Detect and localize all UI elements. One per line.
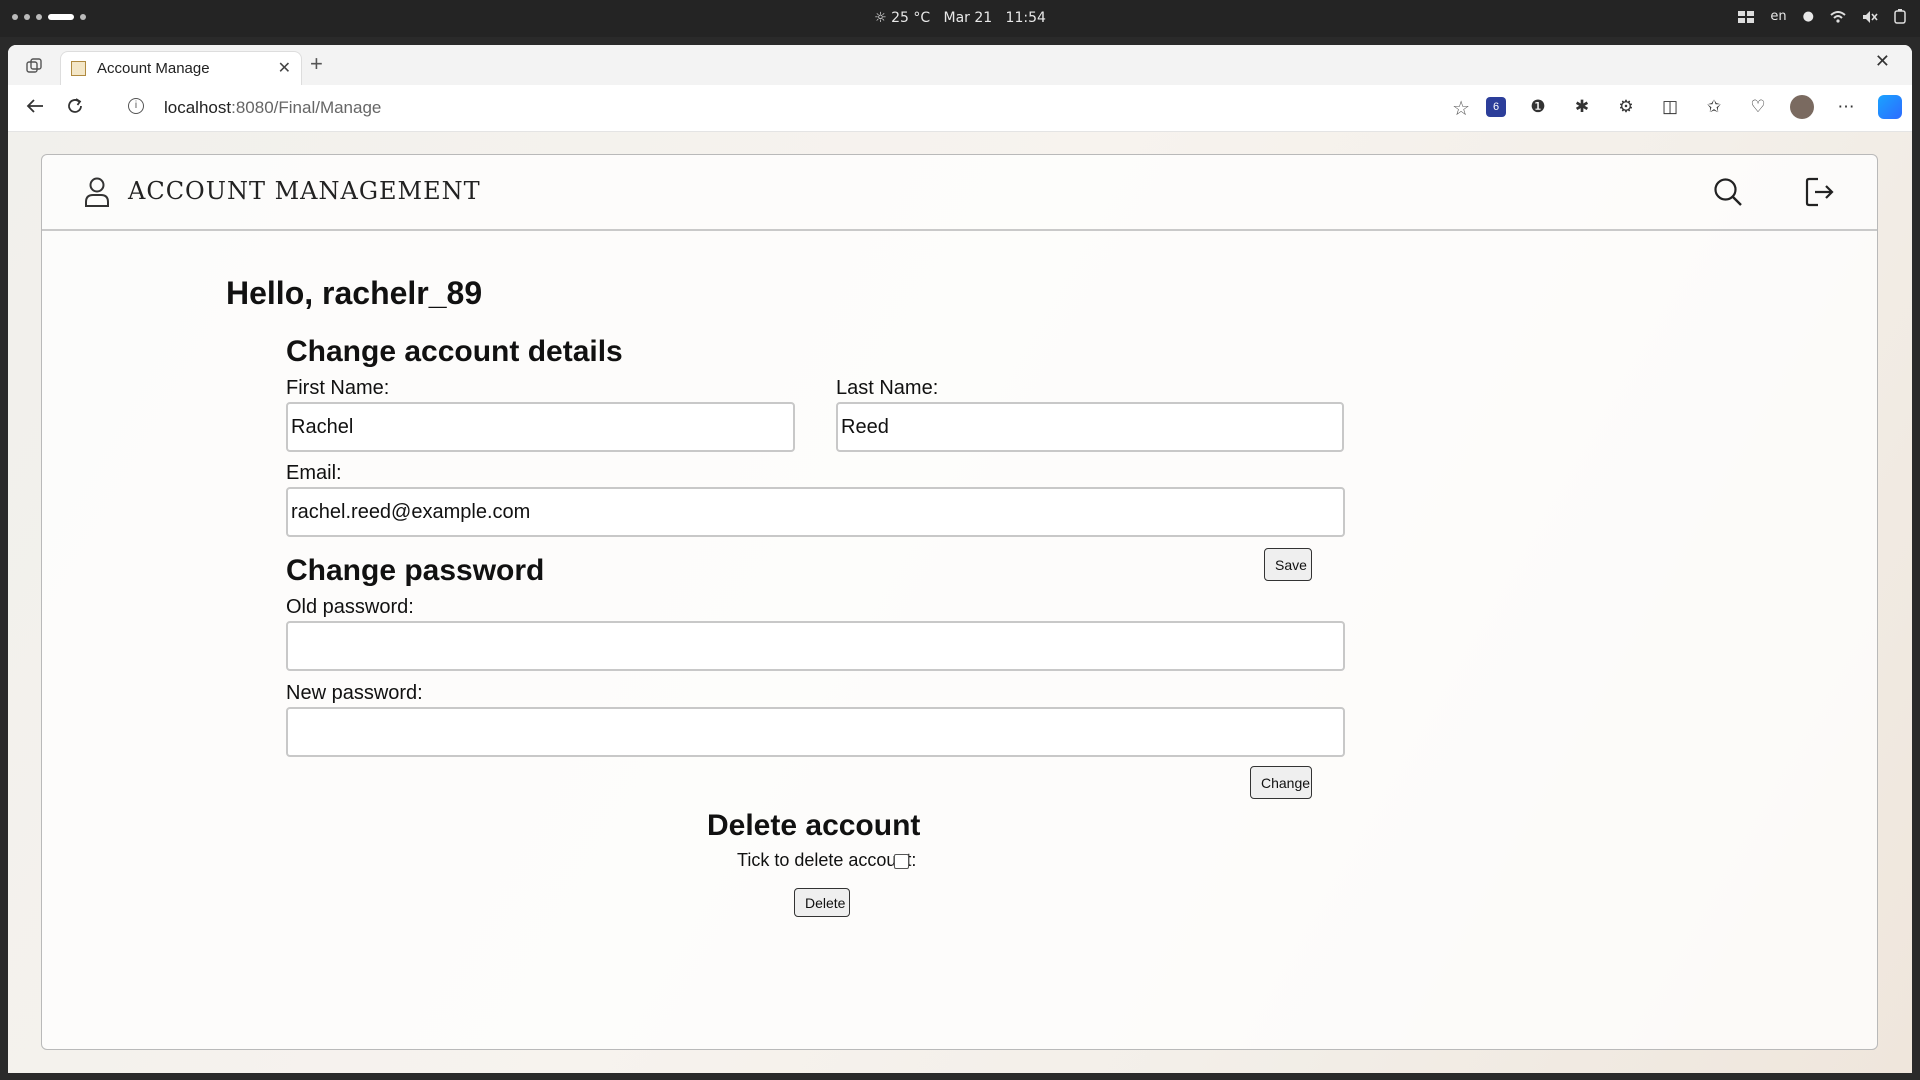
greeting: Hello, rachelr_89 [226, 275, 483, 311]
app-header: ACCOUNT MANAGEMENT [42, 155, 1877, 231]
extension-info-icon[interactable]: ❶ [1526, 95, 1550, 119]
app-tray-icon[interactable]: ● [1803, 9, 1814, 24]
tab-account-manage[interactable]: Account Manage ✕ [60, 51, 302, 85]
page-viewport: ACCOUNT MANAGEMENT Hello, rachelr_89 Cha… [8, 132, 1912, 1073]
new-password-label: New password: [286, 682, 423, 704]
date: Mar 21 [943, 10, 993, 26]
new-tab-icon[interactable]: + [310, 51, 323, 77]
volume-muted-icon[interactable] [1862, 10, 1878, 24]
last-name-label: Last Name: [836, 377, 939, 399]
copilot-icon[interactable] [1878, 95, 1902, 119]
url-host: localhost [164, 98, 232, 117]
profile-avatar[interactable] [1790, 95, 1814, 119]
old-password-field[interactable] [286, 621, 1345, 671]
search-icon[interactable] [1713, 177, 1743, 212]
window-close-icon[interactable]: ✕ [1875, 51, 1890, 72]
extension-shield-icon[interactable]: 6 [1486, 97, 1506, 117]
reload-icon[interactable] [66, 97, 84, 121]
change-password-button[interactable]: Change [1250, 766, 1312, 799]
weather-temp: 25 °C [891, 10, 931, 26]
user-icon [84, 177, 110, 212]
logout-icon[interactable] [1805, 177, 1835, 212]
delete-section-title: Delete account [707, 809, 921, 842]
account-panel: ACCOUNT MANAGEMENT Hello, rachelr_89 Cha… [41, 154, 1878, 1050]
weather-icon: ☼ [874, 10, 887, 26]
extension-badge: 6 [1492, 101, 1500, 113]
wifi-icon[interactable] [1830, 10, 1846, 23]
last-name-field[interactable] [836, 402, 1344, 452]
details-section-title: Change account details [286, 335, 623, 368]
extension-bug-icon[interactable]: ✱ [1570, 95, 1594, 119]
delete-account-button[interactable]: Delete [794, 888, 850, 917]
extensions-puzzle-icon[interactable]: ⚙ [1614, 95, 1638, 119]
email-label: Email: [286, 462, 342, 484]
site-info-icon[interactable]: i [128, 98, 144, 114]
address-bar[interactable]: i localhost:8080/Final/Manage ☆ [110, 93, 1470, 123]
split-screen-icon[interactable]: ◫ [1658, 95, 1682, 119]
url-text[interactable]: localhost:8080/Final/Manage [164, 98, 381, 118]
clock[interactable]: ☼ 25 °C Mar 21 11:54 [0, 10, 1920, 26]
browser-essentials-icon[interactable]: ♡ [1746, 95, 1770, 119]
back-icon[interactable] [26, 97, 44, 120]
extension-icons: 6 ❶ ✱ ⚙ ◫ ✩ ♡ ⋯ [1486, 95, 1902, 119]
more-options-icon[interactable]: ⋯ [1834, 95, 1858, 119]
new-password-field[interactable] [286, 707, 1345, 757]
favorites-icon[interactable]: ✩ [1702, 95, 1726, 119]
old-password-label: Old password: [286, 596, 414, 618]
system-tray: en ● [1738, 9, 1906, 24]
layout-icon[interactable] [1738, 10, 1755, 23]
first-name-field[interactable] [286, 402, 795, 452]
app-title: ACCOUNT MANAGEMENT [128, 177, 481, 205]
workspaces-icon[interactable] [26, 58, 42, 79]
tab-title: Account Manage [97, 60, 210, 77]
save-button[interactable]: Save [1264, 548, 1312, 581]
tab-strip: Account Manage ✕ + ✕ [8, 45, 1912, 85]
battery-icon[interactable] [1894, 9, 1906, 24]
language-indicator[interactable]: en [1770, 9, 1786, 24]
browser-window: Account Manage ✕ + ✕ i localhost:8080/Fi… [8, 45, 1912, 1073]
browser-toolbar: i localhost:8080/Final/Manage ☆ 6 ❶ ✱ ⚙ … [8, 85, 1912, 132]
email-field[interactable] [286, 487, 1345, 537]
delete-confirm-checkbox[interactable] [894, 854, 909, 869]
favorite-star-icon[interactable]: ☆ [1452, 96, 1470, 121]
delete-tick-label: Tick to delete account: [737, 850, 917, 870]
tab-favicon-icon [71, 61, 86, 76]
password-section-title: Change password [286, 554, 545, 587]
system-top-bar: ☼ 25 °C Mar 21 11:54 en ● [0, 0, 1920, 37]
url-path: :8080/Final/Manage [231, 98, 382, 117]
first-name-label: First Name: [286, 377, 390, 399]
tab-close-icon[interactable]: ✕ [278, 58, 291, 78]
time: 11:54 [1005, 10, 1046, 26]
